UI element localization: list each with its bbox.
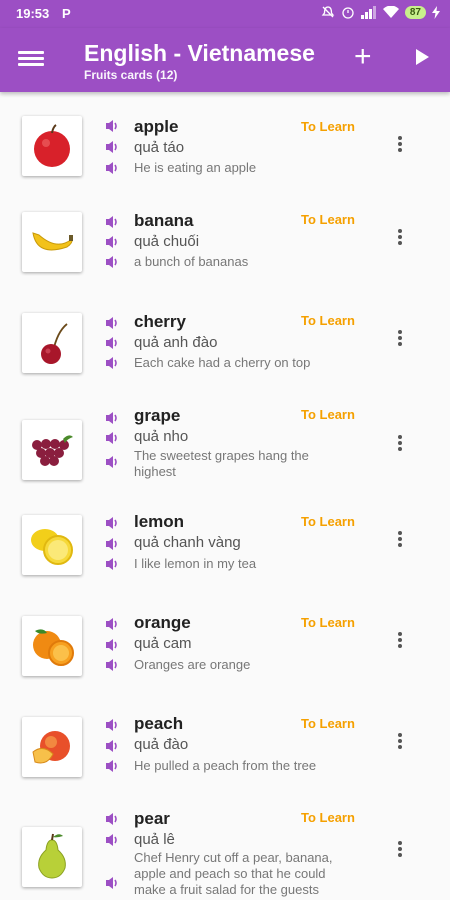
pear-image [22, 827, 82, 887]
card-row[interactable]: pear quả lê Chef Henry cut off a pear, b… [0, 801, 450, 900]
card-word: lemon [134, 512, 185, 531]
speaker-icon[interactable] [104, 118, 120, 134]
more-options-icon[interactable] [394, 839, 406, 863]
status-badge[interactable]: To Learn [301, 514, 355, 529]
speaker-icon[interactable] [104, 637, 120, 653]
speaker-icon[interactable] [104, 335, 120, 351]
peach-image [22, 717, 82, 777]
status-badge[interactable]: To Learn [301, 119, 355, 134]
speaker-icon[interactable] [104, 214, 120, 230]
card-row[interactable]: lemon quả chanh vàng I like lemon in my … [0, 498, 450, 600]
card-example: The sweetest grapes hang the highest [134, 448, 309, 479]
speaker-icon[interactable] [104, 875, 120, 891]
card-word: peach [134, 714, 184, 733]
app-bar: English - Vietnamese Fruits cards (12) + [0, 28, 450, 92]
card-row[interactable]: grape quả nho The sweetest grapes hang t… [0, 396, 450, 499]
more-options-icon[interactable] [394, 630, 406, 654]
status-badge[interactable]: To Learn [301, 716, 355, 731]
speaker-icon[interactable] [104, 536, 120, 552]
speaker-icon[interactable] [104, 410, 120, 426]
speaker-icon[interactable] [104, 139, 120, 155]
add-icon[interactable]: + [354, 42, 372, 72]
battery-indicator: 87 [404, 5, 426, 19]
more-options-icon[interactable] [394, 227, 406, 251]
card-translation: quả anh đào [134, 334, 218, 351]
alarm-icon [342, 7, 354, 19]
status-badge[interactable]: To Learn [301, 615, 355, 630]
more-options-icon[interactable] [394, 328, 406, 352]
card-word: cherry [134, 312, 186, 331]
card-row[interactable]: orange quả cam Oranges are orange To Lea… [0, 599, 450, 701]
speaker-icon[interactable] [104, 430, 120, 446]
card-word: grape [134, 406, 181, 425]
status-time: 19:53 [16, 6, 50, 21]
speaker-icon[interactable] [104, 355, 120, 371]
speaker-icon[interactable] [104, 254, 120, 270]
speaker-icon[interactable] [104, 657, 120, 673]
play-icon[interactable] [414, 48, 430, 66]
card-translation: quả táo [134, 139, 185, 156]
card-translation: quả chuối [134, 233, 200, 250]
card-example: Each cake had a cherry on top [134, 355, 311, 370]
card-translation: quả nho [134, 428, 189, 445]
card-example: Oranges are orange [134, 657, 251, 672]
card-word: apple [134, 117, 179, 136]
status-icons: 87 [321, 5, 440, 19]
status-bar: 19:53 P 87 [0, 0, 450, 28]
status-badge[interactable]: To Learn [301, 810, 355, 825]
speaker-icon[interactable] [104, 454, 120, 470]
card-translation: quả lê [134, 831, 175, 848]
card-example: Chef Henry cut off a pear, banana, apple… [134, 850, 333, 897]
card-word: banana [134, 211, 194, 230]
speaker-icon[interactable] [104, 234, 120, 250]
more-options-icon[interactable] [394, 529, 406, 553]
page-title: English - Vietnamese [84, 40, 315, 66]
speaker-icon[interactable] [104, 160, 120, 176]
speaker-icon[interactable] [104, 738, 120, 754]
card-row[interactable]: cherry quả anh đào Each cake had a cherr… [0, 295, 450, 397]
card-word: orange [134, 613, 191, 632]
cherry-image [22, 313, 82, 373]
menu-icon[interactable] [18, 48, 44, 72]
speaker-icon[interactable] [104, 832, 120, 848]
orange-image [22, 616, 82, 676]
speaker-icon[interactable] [104, 315, 120, 331]
page-subtitle: Fruits cards (12) [84, 68, 178, 82]
card-row[interactable]: banana quả chuối a bunch of bananas To L… [0, 194, 450, 296]
speaker-icon[interactable] [104, 616, 120, 632]
more-options-icon[interactable] [394, 433, 406, 457]
card-translation: quả cam [134, 635, 192, 652]
more-options-icon[interactable] [394, 134, 406, 158]
card-example: I like lemon in my tea [134, 556, 257, 571]
card-row[interactable]: peach quả đào He pulled a peach from the… [0, 700, 450, 802]
speaker-icon[interactable] [104, 556, 120, 572]
status-badge[interactable]: To Learn [301, 407, 355, 422]
card-word: pear [134, 809, 170, 828]
lemon-image [22, 515, 82, 575]
notification-p-icon: P [62, 6, 71, 21]
charging-icon [432, 5, 440, 19]
card-row[interactable]: apple quả táo He is eating an apple To L… [0, 102, 450, 195]
signal-icon [360, 5, 376, 19]
status-badge[interactable]: To Learn [301, 212, 355, 227]
card-translation: quả đào [134, 736, 189, 753]
card-translation: quả chanh vàng [134, 534, 241, 551]
status-badge[interactable]: To Learn [301, 313, 355, 328]
speaker-icon[interactable] [104, 758, 120, 774]
apple-image [22, 116, 82, 176]
speaker-icon[interactable] [104, 515, 120, 531]
mute-bell-icon [321, 6, 335, 18]
card-example: He pulled a peach from the tree [134, 758, 317, 773]
card-example: a bunch of bananas [134, 254, 249, 269]
speaker-icon[interactable] [104, 811, 120, 827]
banana-image [22, 212, 82, 272]
grape-image [22, 420, 82, 480]
card-example: He is eating an apple [134, 160, 257, 175]
speaker-icon[interactable] [104, 717, 120, 733]
more-options-icon[interactable] [394, 731, 406, 755]
wifi-icon [382, 5, 399, 18]
